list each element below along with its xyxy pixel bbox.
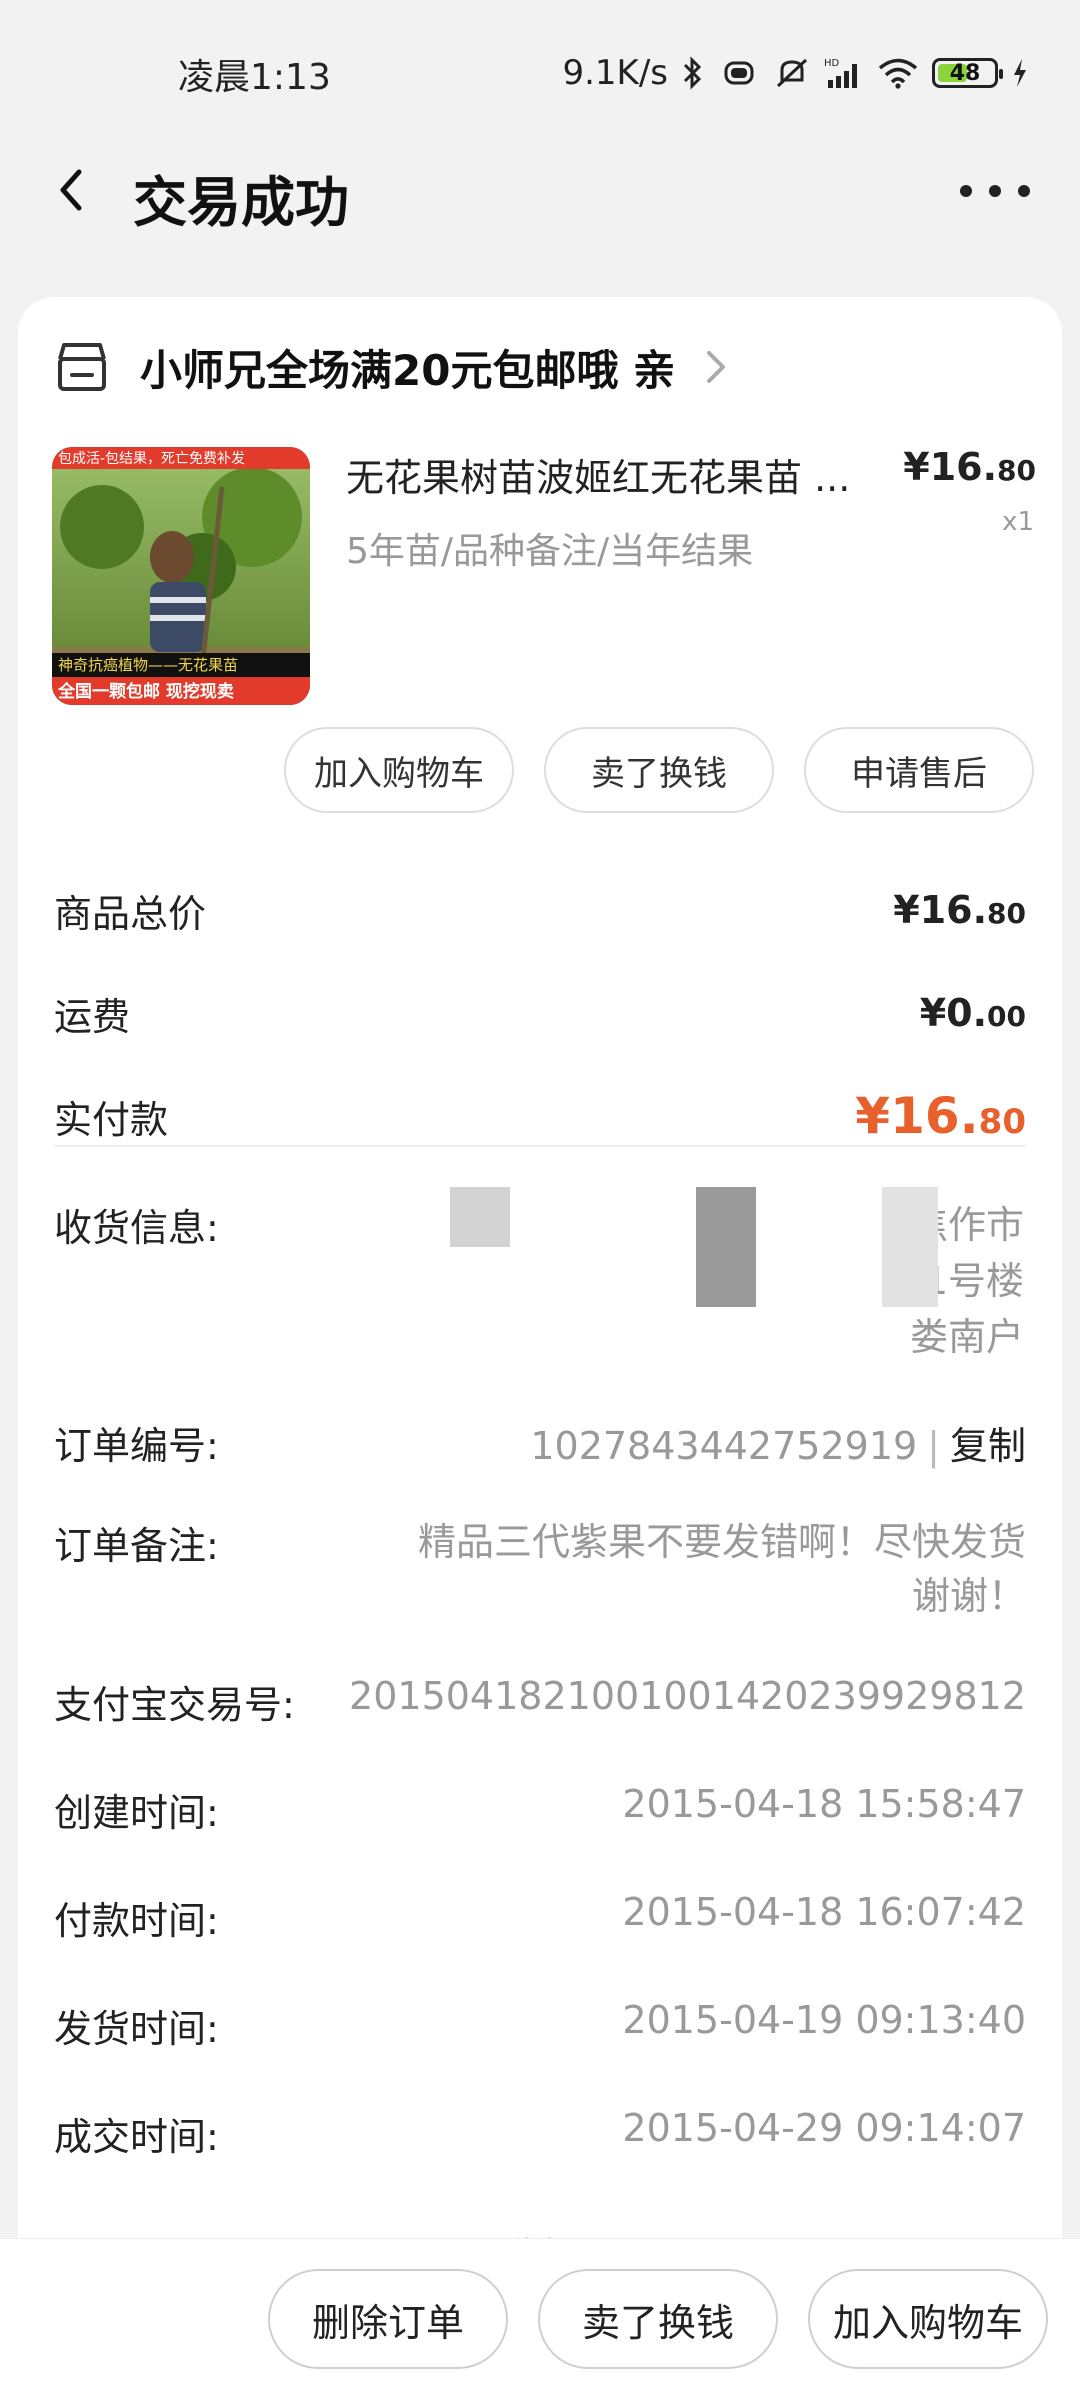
svg-text:HD: HD [824,58,840,69]
image-caption-mid: 神奇抗癌植物——无花果苗 [58,656,238,674]
app-header: 交易成功 [0,130,1080,250]
paid-label: 实付款 [54,1097,169,1142]
net-speed: 9.1K/s [562,53,668,93]
total-price-value: ¥16.80 [893,888,1026,932]
after-sale-button[interactable]: 申请售后 [804,727,1034,813]
order-id-label: 订单编号: [54,1424,219,1468]
product-title[interactable]: 无花果树苗波姬红无花果苗 ... [346,447,886,502]
bottom-buttons: 删除订单 卖了换钱 加入购物车 [268,2269,1048,2369]
back-button[interactable] [42,162,98,218]
more-dot [960,185,972,197]
charging-icon [1012,58,1028,88]
closed-time-row: 成交时间: 2015-04-29 09:14:07 [54,2106,1026,2161]
product-price: ¥16.80 [903,445,1036,489]
more-button[interactable] [960,174,1030,208]
redacted-block [882,1187,938,1307]
paid-time-value: 2015-04-18 16:07:42 [622,1890,1026,1934]
chevron-left-icon [60,169,82,211]
address-block: 收货信息: 焦作市 1号楼 娄南户 [54,1177,1024,1359]
order-card: 小师兄全场满20元包邮哦 亲 包成活-包结果，死亡免费补发 神奇抗癌植物——无花… [18,297,1062,2400]
created-time-label: 创建时间: [54,1791,219,1835]
product-image[interactable]: 包成活-包结果，死亡免费补发 神奇抗癌植物——无花果苗 全国一颗包邮 现挖现卖 [52,447,310,705]
created-time-value: 2015-04-18 15:58:47 [622,1782,1026,1826]
copy-button[interactable]: 复制 [950,1424,1026,1468]
more-dot [989,185,1001,197]
shop-name: 小师兄全场满20元包邮哦 亲 [140,345,676,395]
page-title: 交易成功 [133,171,349,234]
delete-order-button[interactable]: 删除订单 [268,2269,508,2369]
resell-bottom-button[interactable]: 卖了换钱 [538,2269,778,2369]
vibrate-icon [718,58,760,88]
more-dot [1018,185,1030,197]
paid-row: 实付款 ¥16.80 [54,1086,1026,1146]
store-icon [58,343,106,391]
closed-time-value: 2015-04-29 09:14:07 [622,2106,1026,2150]
alipay-label: 支付宝交易号: [54,1683,295,1727]
closed-time-label: 成交时间: [54,2115,219,2159]
battery-icon: 48 [932,58,1003,88]
divider [54,1145,1026,1147]
redacted-block [450,1187,510,1247]
total-price-label: 商品总价 [54,891,207,936]
order-note-value: 精品三代紫果不要发错啊！尽快发货谢谢！ [417,1520,1026,1618]
status-time: 凌晨1:13 [178,57,331,98]
order-note-label: 订单备注: [54,1524,219,1568]
total-price-row: 商品总价 ¥16.80 [54,880,1026,940]
wifi-icon [878,57,918,89]
order-note-row: 订单备注: 精品三代紫果不要发错啊！尽快发货谢谢！ [54,1515,1026,1623]
product-spec: 5年苗/品种备注/当年结果 [346,531,754,572]
bottom-action-bar: 删除订单 卖了换钱 加入购物车 [0,2238,1080,2400]
bluetooth-icon [682,56,704,90]
shipped-time-label: 发货时间: [54,2007,219,2051]
alipay-row: 支付宝交易号: 2015041821001001420239929812 [54,1674,1026,1729]
status-bar: 凌晨1:13 9.1K/s HD 48 [0,0,1080,130]
address-label: 收货信息: [54,1206,219,1250]
add-to-cart-bottom-button[interactable]: 加入购物车 [808,2269,1048,2369]
shipping-label: 运费 [54,994,131,1039]
price-integer: ¥16. [903,445,998,489]
image-caption-top: 包成活-包结果，死亡免费补发 [58,451,245,467]
price-decimal: 80 [997,454,1036,487]
signal-icon: HD [824,56,864,90]
alipay-value: 2015041821001001420239929812 [349,1674,1026,1718]
paid-time-label: 付款时间: [54,1899,219,1943]
status-icons: 9.1K/s HD 48 [562,48,1028,98]
product-quantity: x1 [1002,507,1034,537]
shipped-time-value: 2015-04-19 09:13:40 [622,1998,1026,2042]
redacted-block [696,1187,756,1307]
mute-icon [774,56,810,90]
resell-button[interactable]: 卖了换钱 [544,727,774,813]
battery-level: 48 [949,60,981,86]
image-caption-bottom: 全国一颗包邮 现挖现卖 [57,681,234,702]
shop-row[interactable]: 小师兄全场满20元包邮哦 亲 [54,337,731,397]
address-line: 娄南户 [909,1315,1024,1359]
product-actions: 加入购物车 卖了换钱 申请售后 [284,727,1034,813]
order-id-value: 1027843442752919 [530,1424,918,1468]
paid-time-row: 付款时间: 2015-04-18 16:07:42 [54,1890,1026,1945]
shipping-value: ¥0.00 [919,991,1026,1035]
order-id-row: 订单编号: 1027843442752919 | 复制 [54,1415,1026,1470]
chevron-right-icon [707,351,726,383]
created-time-row: 创建时间: 2015-04-18 15:58:47 [54,1782,1026,1837]
shipping-row: 运费 ¥0.00 [54,983,1026,1043]
add-to-cart-button[interactable]: 加入购物车 [284,727,514,813]
shipped-time-row: 发货时间: 2015-04-19 09:13:40 [54,1998,1026,2053]
paid-value: ¥16.80 [855,1087,1026,1145]
order-id: 1027843442752919 | 复制 [530,1424,1026,1468]
